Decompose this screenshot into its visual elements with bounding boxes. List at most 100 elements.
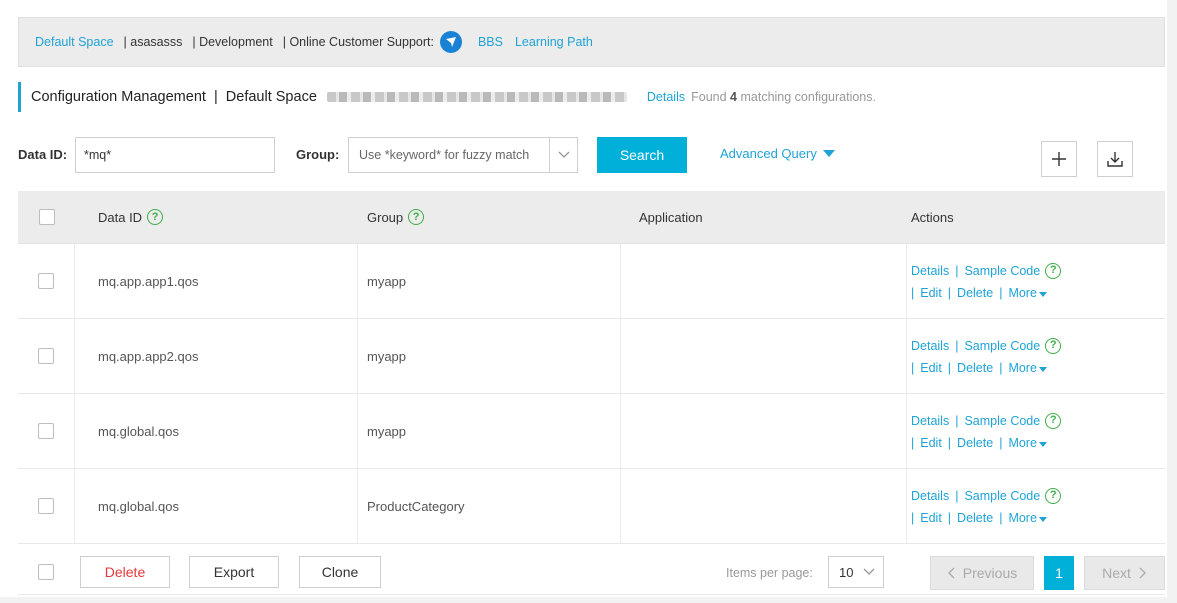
delete-link[interactable]: Delete [957, 286, 993, 300]
more-menu[interactable]: More [1008, 360, 1047, 375]
caret-down-icon [1038, 291, 1047, 297]
sample-code-link[interactable]: Sample Code [964, 264, 1040, 278]
items-per-page-select[interactable]: 10 [828, 556, 884, 588]
row-actions: Details | Sample Code? | Edit | Delete | More [907, 244, 1165, 318]
row-data-id: mq.global.qos [75, 394, 358, 468]
next-page-button[interactable]: Next [1084, 556, 1165, 590]
header-actions: Actions [911, 209, 954, 225]
delete-link[interactable]: Delete [957, 511, 993, 525]
download-icon [1107, 152, 1123, 167]
row-group: ProductCategory [358, 469, 621, 543]
footer-select-all-checkbox[interactable] [38, 564, 54, 580]
row-actions: Details | Sample Code? | Edit | Delete | More [907, 394, 1165, 468]
plus-icon [1052, 152, 1066, 166]
sample-code-link[interactable]: Sample Code [964, 339, 1040, 353]
header-group-label: Group [367, 209, 404, 225]
config-table: Data ID? Group? Application Actions mq.a… [18, 191, 1165, 544]
top-nav-bar: Default Space | asasasss | Development |… [18, 17, 1165, 67]
export-button[interactable]: Export [189, 556, 279, 588]
row-application [621, 394, 907, 468]
title-accent-bar [18, 82, 21, 112]
row-data-id: mq.app.app2.qos [75, 319, 358, 393]
env-label: | Development [192, 35, 273, 49]
result-prefix: Found [691, 90, 727, 104]
more-label: More [1008, 285, 1037, 300]
sample-code-link[interactable]: Sample Code [964, 489, 1040, 503]
table-row: mq.app.app1.qos myapp Details | Sample Cod… [18, 244, 1165, 319]
caret-down-icon [1038, 441, 1047, 447]
items-per-page-value: 10 [839, 564, 854, 580]
import-config-button[interactable] [1097, 141, 1133, 177]
group-select-placeholder: Use *keyword* for fuzzy match [359, 148, 530, 162]
row-application [621, 319, 907, 393]
row-check-cell [18, 244, 75, 318]
learning-path-link[interactable]: Learning Path [515, 35, 593, 49]
previous-label: Previous [962, 565, 1018, 581]
page-1-button[interactable]: 1 [1044, 556, 1074, 590]
header-check-cell [18, 209, 75, 225]
help-icon[interactable]: ? [408, 209, 425, 225]
delete-link[interactable]: Delete [957, 436, 993, 450]
namespace-details-link[interactable]: Details [647, 90, 685, 104]
group-select[interactable]: Use *keyword* for fuzzy match [348, 137, 578, 173]
table-row: mq.app.app2.qos myapp Details | Sample Cod… [18, 319, 1165, 394]
support-label: | Online Customer Support: [282, 35, 434, 49]
row-checkbox[interactable] [38, 348, 54, 364]
details-link[interactable]: Details [911, 339, 949, 353]
edit-link[interactable]: Edit [920, 361, 942, 375]
row-group: myapp [358, 319, 621, 393]
chevron-down-icon[interactable] [549, 138, 577, 172]
add-config-button[interactable] [1041, 141, 1077, 177]
help-icon[interactable]: ? [1045, 412, 1062, 429]
space-link[interactable]: Default Space [35, 35, 114, 49]
edit-link[interactable]: Edit [920, 511, 942, 525]
more-label: More [1008, 510, 1037, 525]
details-link[interactable]: Details [911, 264, 949, 278]
redacted-namespace-id [326, 92, 627, 102]
more-menu[interactable]: More [1008, 510, 1047, 525]
filter-bar: Data ID: Group: Use *keyword* for fuzzy … [0, 137, 1177, 177]
more-menu[interactable]: More [1008, 435, 1047, 450]
row-check-cell [18, 319, 75, 393]
delete-link[interactable]: Delete [957, 361, 993, 375]
details-link[interactable]: Details [911, 489, 949, 503]
items-per-page-label: Items per page: [726, 566, 813, 580]
header-data-id-label: Data ID [98, 209, 143, 225]
help-icon[interactable]: ? [1045, 262, 1062, 279]
search-button[interactable]: Search [597, 137, 687, 173]
row-check-cell [18, 394, 75, 468]
result-count: 4 [730, 90, 737, 104]
chevron-left-icon [947, 567, 955, 579]
result-summary: Found 4 matching configurations. [691, 90, 876, 104]
row-checkbox[interactable] [38, 423, 54, 439]
table-footer: Delete Export Clone Items per page: 10 P… [18, 545, 1165, 595]
more-label: More [1008, 360, 1037, 375]
help-icon[interactable]: ? [1045, 337, 1062, 354]
clone-button[interactable]: Clone [299, 556, 381, 588]
more-label: More [1008, 435, 1037, 450]
row-data-id: mq.app.app1.qos [75, 244, 358, 318]
row-checkbox[interactable] [38, 273, 54, 289]
row-group: myapp [358, 394, 621, 468]
bulk-delete-button[interactable]: Delete [80, 556, 170, 588]
sample-code-link[interactable]: Sample Code [964, 414, 1040, 428]
bbs-link[interactable]: BBS [478, 35, 503, 49]
select-all-checkbox[interactable] [38, 209, 55, 225]
details-link[interactable]: Details [911, 414, 949, 428]
data-id-input[interactable] [75, 137, 275, 173]
row-checkbox[interactable] [38, 498, 54, 514]
result-suffix: matching configurations. [740, 90, 876, 104]
chevron-down-icon [864, 568, 875, 575]
previous-page-button[interactable]: Previous [930, 556, 1034, 590]
help-icon[interactable]: ? [1045, 487, 1062, 504]
help-icon[interactable]: ? [147, 209, 164, 225]
row-application [621, 244, 907, 318]
table-row: mq.global.qos ProductCategory Details | Sa… [18, 469, 1165, 544]
advanced-query-toggle[interactable]: Advanced Query [720, 146, 835, 161]
edit-link[interactable]: Edit [920, 436, 942, 450]
more-menu[interactable]: More [1008, 285, 1047, 300]
page-title: Configuration Management | Default Space [31, 89, 317, 105]
support-bird-icon[interactable] [439, 31, 462, 53]
edit-link[interactable]: Edit [920, 286, 942, 300]
caret-down-icon [1038, 366, 1047, 372]
